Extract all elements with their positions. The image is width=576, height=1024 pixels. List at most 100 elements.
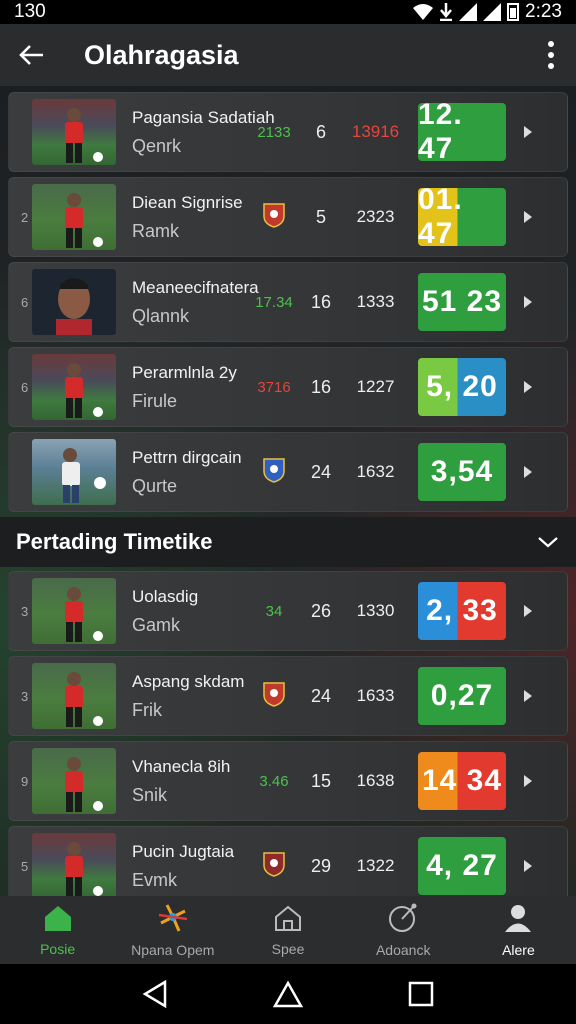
team-badge-icon <box>254 457 294 487</box>
player-names: Pucin Jugtaia Evmk <box>132 842 254 891</box>
team-badge-icon <box>254 851 294 881</box>
signal-icon <box>459 3 478 21</box>
player-subtitle: Snik <box>132 784 168 805</box>
dot <box>548 52 554 58</box>
nav-item-home[interactable]: Posie <box>0 896 115 964</box>
nav-item-sparkle[interactable]: Npana Opem <box>115 896 230 964</box>
player-names: Pagansia Sadatiah Qenrk <box>132 107 275 157</box>
house-outline-icon <box>273 904 303 937</box>
player-thumbnail <box>32 748 116 814</box>
nav-item-ball[interactable]: Adoanck <box>346 896 461 964</box>
player-name: Perarmlnla 2y <box>132 362 237 382</box>
row-index: 3 <box>21 604 29 619</box>
player-names: Perarmlnla 2y Firule <box>132 363 254 412</box>
stat-total: 1227 <box>356 377 395 396</box>
home-icon <box>43 904 73 937</box>
team-badge-icon <box>254 681 294 711</box>
chevron-right-icon[interactable] <box>506 604 550 618</box>
stat-total: 2323 <box>356 207 395 226</box>
row-index: 3 <box>21 689 29 704</box>
recents-square-icon[interactable] <box>408 981 434 1007</box>
player-subtitle: Evmk <box>132 869 177 890</box>
nav-item-house-outline[interactable]: Spee <box>230 896 345 964</box>
player-name: Diean Signrise <box>132 192 243 212</box>
stat-total: 1633 <box>356 686 395 705</box>
player-row[interactable]: 6 Perarmlnla 2y Firule 3716 16 1227 5, 20 <box>8 347 568 427</box>
stat-count: 6 <box>315 121 326 142</box>
chevron-right-icon[interactable] <box>506 210 550 224</box>
stat-total: 1632 <box>356 462 395 481</box>
app-bar: Olahragasia <box>0 24 576 86</box>
player-thumbnail <box>32 184 116 250</box>
section-title: Pertading Timetike <box>16 529 213 554</box>
stat-count: 5 <box>315 206 326 227</box>
player-names: Vhanecla 8ih Snik <box>132 757 254 806</box>
chevron-right-icon[interactable] <box>506 689 550 703</box>
stat-count: 24 <box>310 685 332 706</box>
player-thumbnail <box>32 578 116 644</box>
team-badge-icon <box>254 202 294 232</box>
player-name: Aspang skdam <box>132 671 245 691</box>
stat-count: 29 <box>310 855 332 876</box>
player-row[interactable]: 3 Aspang skdam Frik 24 1633 0,27 <box>8 656 568 736</box>
player-row[interactable]: 5 Pucin Jugtaia Evmk 29 1322 4, 27 <box>8 826 568 906</box>
stat-total: 13916 <box>351 122 400 141</box>
back-button[interactable] <box>0 24 64 86</box>
wifi-icon <box>413 4 434 20</box>
player-subtitle: Frik <box>132 699 162 720</box>
nav-item-profile[interactable]: Alere <box>461 896 576 964</box>
status-time-left: 130 <box>14 1 46 22</box>
row-index: 6 <box>21 380 29 395</box>
nav-label: Adoanck <box>375 941 431 958</box>
rows-top-group: Pagansia Sadatiah Qenrk 2133 6 13916 12. 47 2 D… <box>8 92 568 512</box>
player-name: Pucin Jugtaia <box>132 841 235 861</box>
score-badge: 51 23 <box>418 273 506 331</box>
player-subtitle: Qurte <box>132 475 178 496</box>
download-icon <box>440 3 453 21</box>
nav-label: Posie <box>40 940 76 957</box>
player-row[interactable]: 6 Meaneecifnatera Qlannk 17.34 16 1333 51 23 <box>8 262 568 342</box>
stat-count: 15 <box>310 770 332 791</box>
section-header[interactable]: Pertading Timetike <box>0 517 576 567</box>
profile-icon <box>503 903 533 938</box>
page-title: Olahragasia <box>84 39 239 70</box>
stat-count: 16 <box>310 291 332 312</box>
player-name: Uolasdig <box>132 586 199 606</box>
stat-count: 26 <box>310 600 332 621</box>
player-name: Vhanecla 8ih <box>132 756 231 776</box>
status-time-right: 2:23 <box>525 1 562 22</box>
player-row[interactable]: Pagansia Sadatiah Qenrk 2133 6 13916 12. 47 <box>8 92 568 172</box>
player-row[interactable]: 3 Uolasdig Gamk 34 26 1330 2, 33 <box>8 571 568 651</box>
chevron-right-icon[interactable] <box>506 125 550 139</box>
dot <box>548 41 554 47</box>
player-list: Pagansia Sadatiah Qenrk 2133 6 13916 12. 47 2 D… <box>0 92 576 911</box>
score-badge: 3,54 <box>418 443 506 501</box>
chevron-right-icon[interactable] <box>506 774 550 788</box>
chevron-right-icon[interactable] <box>506 859 550 873</box>
score-badge: 12. 47 <box>418 98 506 165</box>
player-thumbnail <box>32 439 116 505</box>
back-arrow-icon <box>19 45 43 65</box>
player-thumbnail <box>32 833 116 899</box>
player-row[interactable]: 9 Vhanecla 8ih Snik 3.46 15 1638 14 34 <box>8 741 568 821</box>
chevron-right-icon[interactable] <box>506 295 550 309</box>
player-subtitle: Qlannk <box>132 305 190 326</box>
home-circle-icon[interactable] <box>272 980 303 1008</box>
stat-value: 2133 <box>257 123 291 141</box>
more-options-button[interactable] <box>526 24 576 86</box>
back-triangle-icon[interactable] <box>142 980 168 1008</box>
score-badge: 5, 20 <box>418 358 506 416</box>
player-names: Pettrn dirgcain Qurte <box>132 448 254 497</box>
nav-label: Npana Opem <box>131 941 215 958</box>
chevron-right-icon[interactable] <box>506 380 550 394</box>
status-icons: 2:23 <box>413 1 562 23</box>
score-badge: 14 34 <box>418 752 506 810</box>
player-row[interactable]: 2 Diean Signrise Ramk 5 2323 01. 47 <box>8 177 568 257</box>
player-row[interactable]: Pettrn dirgcain Qurte 24 1632 3,54 <box>8 432 568 512</box>
chevron-right-icon[interactable] <box>506 465 550 479</box>
player-name: Meaneecifnatera <box>132 277 259 297</box>
row-index: 5 <box>21 859 29 874</box>
player-name: Pagansia Sadatiah <box>132 107 275 127</box>
system-navigation-bar <box>0 964 576 1024</box>
rows-bottom-group: 3 Uolasdig Gamk 34 26 1330 2, 33 3 Aspang skdam F… <box>8 571 568 906</box>
